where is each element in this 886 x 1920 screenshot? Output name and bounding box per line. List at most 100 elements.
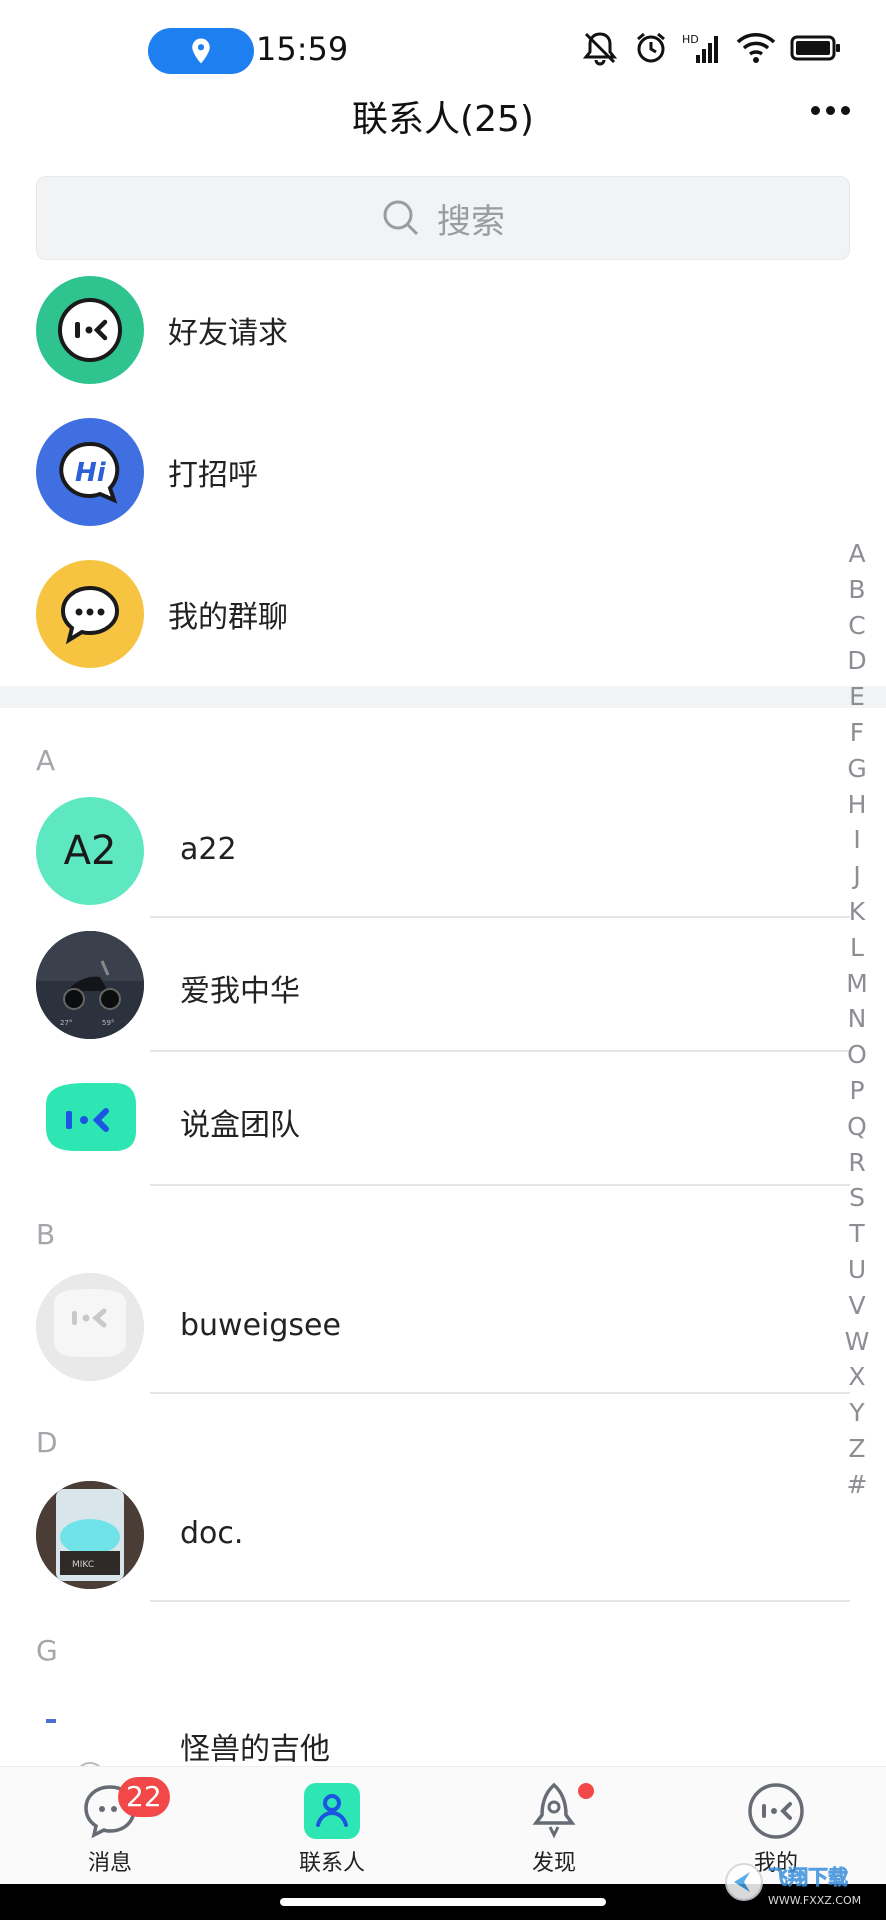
- index-letter[interactable]: #: [842, 1467, 872, 1503]
- section-letter-d: D: [36, 1426, 58, 1459]
- avatar: [36, 1065, 144, 1173]
- contact-row-buweigsee[interactable]: buweigsee: [0, 1260, 850, 1394]
- index-letter[interactable]: U: [842, 1252, 872, 1288]
- tab-label: 发现: [531, 1851, 576, 1876]
- contact-name: 怪兽的吉他: [180, 1732, 330, 1767]
- contacts-person-icon: [304, 1783, 360, 1839]
- index-letter[interactable]: A: [842, 536, 872, 572]
- contact-name: 说盒团队: [180, 1108, 300, 1143]
- group-chat-icon: [36, 560, 144, 668]
- shuohe-logo-icon: [46, 1083, 136, 1151]
- index-letter[interactable]: I: [842, 822, 872, 858]
- index-letter[interactable]: S: [842, 1180, 872, 1216]
- home-indicator[interactable]: [280, 1898, 606, 1906]
- avatar: A2: [36, 797, 144, 905]
- avatar-initials: A2: [63, 828, 117, 874]
- index-letter[interactable]: B: [842, 572, 872, 608]
- my-group-chats-label: 我的群聊: [168, 600, 288, 635]
- more-options-icon[interactable]: [811, 106, 850, 115]
- index-letter[interactable]: K: [842, 894, 872, 930]
- wifi-icon: [736, 33, 776, 63]
- tab-contacts[interactable]: 联系人: [252, 1767, 412, 1885]
- svg-text:59°: 59°: [102, 1019, 114, 1027]
- index-letter[interactable]: C: [842, 608, 872, 644]
- header: 联系人(25): [0, 84, 886, 144]
- contact-name: doc.: [180, 1516, 244, 1551]
- index-letter[interactable]: Z: [842, 1431, 872, 1467]
- contact-name: 爱我中华: [180, 974, 300, 1009]
- svg-text:HD: HD: [682, 33, 699, 46]
- shuohe-profile-icon: [748, 1783, 804, 1839]
- index-letter[interactable]: M: [842, 966, 872, 1002]
- new-indicator-dot: [578, 1783, 594, 1799]
- watermark-domain: WWW.FXXZ.COM: [768, 1894, 861, 1907]
- index-letter[interactable]: X: [842, 1359, 872, 1395]
- friend-requests-row[interactable]: 好友请求: [0, 270, 886, 390]
- contact-row-shuohe-team[interactable]: 说盒团队: [0, 1052, 850, 1186]
- default-avatar-icon: [36, 1273, 144, 1381]
- index-letter[interactable]: L: [842, 930, 872, 966]
- index-letter[interactable]: H: [842, 787, 872, 823]
- row-divider: [150, 1184, 850, 1186]
- index-letter[interactable]: P: [842, 1073, 872, 1109]
- contact-row-doc[interactable]: MIKC doc.: [0, 1468, 850, 1602]
- avatar: 27° 59°: [36, 931, 144, 1039]
- mute-bell-icon: [582, 32, 618, 66]
- friend-requests-label: 好友请求: [168, 316, 288, 351]
- location-pin-icon: [192, 38, 210, 64]
- cellular-signal-icon: HD: [682, 33, 718, 63]
- row-divider: [150, 1392, 850, 1394]
- section-divider: [0, 686, 886, 708]
- svg-text:Hi: Hi: [75, 458, 107, 488]
- index-letter[interactable]: E: [842, 679, 872, 715]
- watermark-logo: 飞翔下载 WWW.FXXZ.COM: [725, 1863, 861, 1907]
- rocket-icon: [532, 1782, 576, 1839]
- say-hi-row[interactable]: Hi 打招呼: [0, 412, 886, 532]
- index-letter[interactable]: W: [842, 1324, 872, 1360]
- index-letter[interactable]: O: [842, 1037, 872, 1073]
- tab-label: 消息: [87, 1851, 132, 1876]
- index-letter[interactable]: Q: [842, 1109, 872, 1145]
- search-icon: [383, 200, 419, 236]
- search-placeholder: 搜索: [437, 201, 505, 242]
- index-letter[interactable]: N: [842, 1001, 872, 1037]
- say-hi-icon: Hi: [36, 418, 144, 526]
- index-letter[interactable]: Y: [842, 1395, 872, 1431]
- avatar: MIKC: [36, 1481, 144, 1589]
- index-letter[interactable]: F: [842, 715, 872, 751]
- scooter-photo-icon: 27° 59°: [36, 931, 144, 1039]
- avatar: [36, 1273, 144, 1381]
- my-group-chats-row[interactable]: 我的群聊: [0, 554, 886, 674]
- watermark-text: 飞翔下载: [768, 1865, 848, 1889]
- contact-row-aiwozhonghua[interactable]: 27° 59° 爱我中华: [0, 918, 850, 1052]
- page-title: 联系人(25): [352, 99, 534, 140]
- index-letter[interactable]: R: [842, 1145, 872, 1181]
- contact-name: a22: [180, 832, 237, 867]
- alphabet-index[interactable]: A B C D E F G H I J K L M N O P Q R S T …: [842, 536, 872, 1503]
- index-letter[interactable]: V: [842, 1288, 872, 1324]
- tab-messages[interactable]: 22 消息: [30, 1767, 190, 1885]
- section-letter-b: B: [36, 1218, 56, 1251]
- say-hi-label: 打招呼: [168, 458, 258, 493]
- photo-avatar-icon: MIKC: [36, 1481, 144, 1589]
- status-time: 15:59: [256, 30, 349, 68]
- contact-name: buweigsee: [180, 1308, 341, 1343]
- section-letter-g: G: [36, 1634, 58, 1667]
- index-letter[interactable]: T: [842, 1216, 872, 1252]
- friend-requests-icon: [36, 276, 144, 384]
- location-indicator[interactable]: [148, 28, 254, 74]
- index-letter[interactable]: J: [842, 858, 872, 894]
- index-letter[interactable]: G: [842, 751, 872, 787]
- index-letter[interactable]: D: [842, 643, 872, 679]
- svg-text:27°: 27°: [60, 1019, 72, 1027]
- contact-row-a22[interactable]: A2 a22: [0, 784, 850, 918]
- status-icons: HD: [580, 30, 842, 66]
- row-divider: [150, 1600, 850, 1602]
- alarm-icon: [637, 32, 665, 63]
- section-letter-a: A: [36, 744, 56, 777]
- battery-icon: [790, 35, 840, 61]
- tab-discover[interactable]: 发现: [474, 1767, 634, 1885]
- search-input[interactable]: 搜索: [36, 176, 850, 260]
- tab-label: 联系人: [298, 1851, 365, 1876]
- unread-badge: 22: [118, 1777, 170, 1817]
